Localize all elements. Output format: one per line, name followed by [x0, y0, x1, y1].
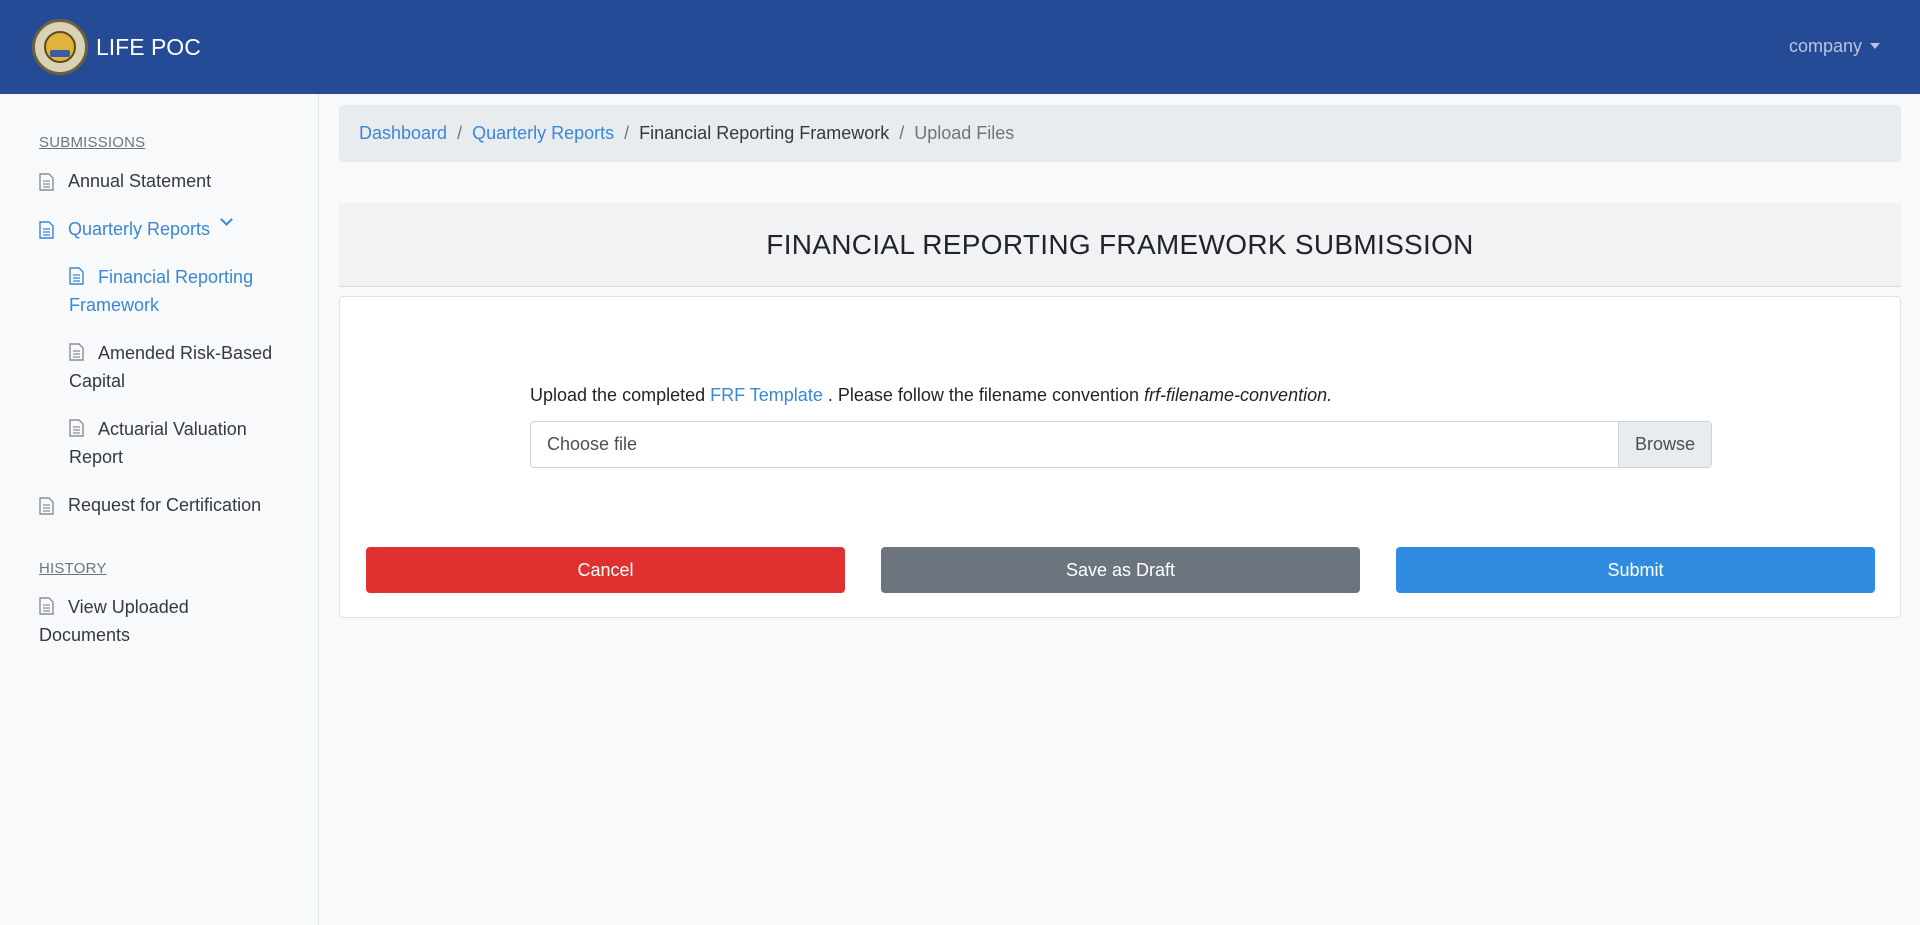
sidebar-item-label: Request for Certification — [68, 495, 262, 515]
chevron-down-icon — [220, 213, 233, 226]
document-icon — [39, 221, 54, 239]
upload-card: Upload the completed FRF Template . Plea… — [339, 296, 1901, 618]
sidebar-item-label: Actuarial Valuation Report — [69, 419, 247, 467]
history-heading: HISTORY — [39, 560, 107, 577]
instruction-middle: . Please follow the filename convention — [822, 385, 1145, 405]
sidebar-item-financial-reporting-framework[interactable]: Financial Reporting Framework — [69, 263, 289, 319]
user-menu-label: company — [1788, 36, 1862, 56]
sidebar: SUBMISSIONS Annual Statement Quarterly R… — [0, 94, 319, 925]
frf-template-link[interactable]: FRF Template — [710, 385, 823, 405]
cancel-button[interactable]: Cancel — [366, 547, 845, 593]
page-title: FINANCIAL REPORTING FRAMEWORK SUBMISSION — [339, 203, 1901, 287]
sidebar-item-amended-risk-based-capital[interactable]: Amended Risk-Based Capital — [69, 339, 289, 395]
brand-name: LIFE POC — [96, 33, 201, 60]
sidebar-item-request-for-certification[interactable]: Request for Certification — [39, 491, 261, 519]
upload-instructions: Upload the completed FRF Template . Plea… — [530, 385, 1332, 406]
file-input-label[interactable]: Choose file — [531, 422, 1618, 467]
brand[interactable]: LIFE POC — [32, 19, 201, 75]
breadcrumb-separator: / — [457, 123, 463, 143]
logo-seal-icon — [32, 19, 88, 75]
sidebar-item-view-uploaded-documents[interactable]: View Uploaded Documents — [39, 593, 269, 649]
file-input[interactable]: Choose file Browse — [530, 421, 1712, 468]
breadcrumb-upload-files: Upload Files — [914, 123, 1015, 143]
sidebar-item-actuarial-valuation-report[interactable]: Actuarial Valuation Report — [69, 415, 279, 471]
breadcrumb: Dashboard / Quarterly Reports / Financia… — [339, 105, 1901, 162]
sidebar-item-label: Quarterly Reports — [68, 219, 211, 239]
instruction-prefix: Upload the completed — [530, 385, 711, 405]
breadcrumb-separator: / — [899, 123, 905, 143]
document-icon — [69, 419, 84, 437]
document-icon — [69, 343, 84, 361]
save-as-draft-button[interactable]: Save as Draft — [881, 547, 1360, 593]
breadcrumb-quarterly-reports[interactable]: Quarterly Reports — [472, 123, 614, 144]
sidebar-item-annual-statement[interactable]: Annual Statement — [39, 167, 211, 195]
sidebar-item-label: Financial Reporting Framework — [69, 267, 254, 315]
browse-button[interactable]: Browse — [1618, 422, 1711, 467]
breadcrumb-financial-reporting-framework: Financial Reporting Framework — [639, 123, 890, 143]
sidebar-item-label: Amended Risk-Based Capital — [69, 343, 273, 391]
sidebar-item-label: View Uploaded Documents — [39, 597, 189, 645]
caret-down-icon — [1870, 43, 1880, 49]
top-navbar: LIFE POC company — [0, 0, 1920, 94]
filename-convention: frf-filename-convention. — [1144, 385, 1333, 405]
sidebar-item-label: Annual Statement — [68, 171, 212, 191]
document-icon — [39, 497, 54, 515]
submissions-heading: SUBMISSIONS — [39, 134, 146, 151]
document-icon — [69, 267, 84, 285]
document-icon — [39, 597, 54, 615]
sidebar-item-quarterly-reports[interactable]: Quarterly Reports — [39, 213, 233, 243]
document-icon — [39, 173, 54, 191]
breadcrumb-dashboard[interactable]: Dashboard — [359, 123, 447, 144]
user-menu-dropdown[interactable]: company — [1789, 36, 1880, 57]
submit-button[interactable]: Submit — [1396, 547, 1875, 593]
breadcrumb-separator: / — [624, 123, 630, 143]
